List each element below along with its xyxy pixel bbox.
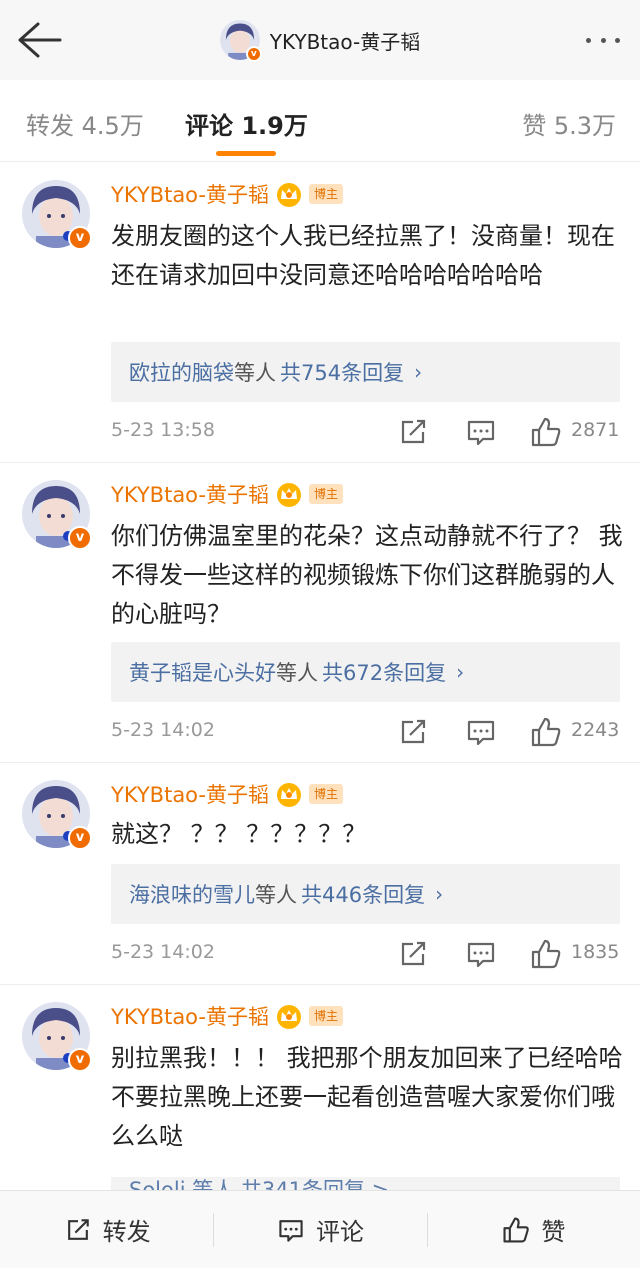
tab-bar: 转发 4.5万 评论 1.9万 赞 5.3万: [0, 80, 640, 162]
chevron-right-icon: ›: [456, 660, 465, 684]
repost-label: 转发: [102, 1218, 151, 1246]
chevron-right-icon: ›: [414, 360, 423, 384]
like-icon[interactable]: [529, 715, 563, 749]
comment-button[interactable]: 评论: [213, 1191, 426, 1268]
crown-icon: [277, 183, 302, 207]
reply-summary-peek[interactable]: Sololi 等人 共341条回复 >: [111, 1177, 620, 1190]
owner-badge: 博主: [309, 184, 344, 204]
comment-item: v YKYBtao-黄子韬 博主 你们仿佛温室里的花朵？这点动静就不行了？ 我不…: [0, 462, 640, 762]
chevron-right-icon: ›: [435, 882, 444, 906]
comment-icon[interactable]: [464, 715, 498, 749]
like-count: 1835: [571, 941, 620, 963]
username[interactable]: YKYBtao-黄子韬: [111, 779, 269, 809]
reply-others: 等人: [276, 661, 318, 685]
tab-likes[interactable]: 赞 5.3万: [522, 106, 616, 141]
repost-icon[interactable]: [396, 715, 430, 749]
avatar[interactable]: v: [22, 1002, 92, 1072]
comment-item: v YKYBtao-黄子韬 博主 就这？ ？？ ？？？？？ 海浪味的雪儿 等人 …: [0, 762, 640, 984]
crown-icon: [277, 1005, 302, 1029]
comment-meta: 5-23 14:02 2243: [111, 715, 620, 749]
owner-badge: 博主: [309, 484, 344, 504]
comment-meta: 5-23 13:58 2871: [111, 415, 620, 449]
comment-icon: [279, 1219, 303, 1242]
header-account[interactable]: v YKYBtao-黄子韬: [0, 16, 640, 64]
like-icon: [503, 1216, 530, 1243]
comment-text: 发朋友圈的这个人我已经拉黑了！没商量！现在还在请求加回中没同意还哈哈哈哈哈哈哈: [111, 222, 615, 289]
header-avatar[interactable]: v: [219, 20, 262, 62]
verified-icon: v: [245, 46, 262, 62]
bottom-action-bar: 转发 评论 赞: [0, 1190, 640, 1268]
comment-icon[interactable]: [464, 937, 498, 971]
verified-icon: v: [68, 226, 92, 250]
comment-meta: 5-23 14:02 1835: [111, 937, 620, 971]
tab-reposts[interactable]: 转发 4.5万: [26, 106, 144, 141]
reply-count[interactable]: 共446条回复: [301, 879, 425, 909]
owner-badge: 博主: [309, 1006, 344, 1026]
repost-icon[interactable]: [396, 937, 430, 971]
avatar[interactable]: v: [22, 180, 92, 250]
verified-icon: v: [68, 526, 92, 550]
like-count: 2243: [571, 719, 620, 741]
reply-count[interactable]: 共672条回复: [322, 657, 446, 687]
reply-others: 等人: [234, 361, 276, 385]
comment-text: 你们仿佛温室里的花朵？这点动静就不行了？ 我不得发一些这样的视频锻炼下你们这群脆…: [111, 522, 623, 628]
tab-comments[interactable]: 评论 1.9万: [185, 106, 308, 141]
avatar[interactable]: v: [22, 480, 92, 550]
comment-header: YKYBtao-黄子韬 博主: [111, 179, 344, 209]
owner-badge: 博主: [309, 784, 344, 804]
timestamp: 5-23 13:58: [111, 419, 215, 441]
top-bar: v YKYBtao-黄子韬: [0, 0, 640, 80]
comment-text: 就这？ ？？ ？？？？？: [111, 820, 367, 848]
crown-icon: [277, 483, 302, 507]
like-icon[interactable]: [529, 415, 563, 449]
more-dots-icon[interactable]: [580, 24, 626, 56]
reply-users[interactable]: 黄子韬是心头好: [129, 657, 276, 687]
timestamp: 5-23 14:02: [111, 941, 215, 963]
reply-users[interactable]: 欧拉的脑袋: [129, 357, 234, 387]
comment-header: YKYBtao-黄子韬 博主: [111, 779, 344, 809]
comment-item: v YKYBtao-黄子韬 博主 发朋友圈的这个人我已经拉黑了！没商量！现在还在…: [0, 162, 640, 462]
reply-others: 等人: [255, 883, 297, 907]
repost-button[interactable]: 转发: [0, 1191, 213, 1268]
comment-icon[interactable]: [464, 415, 498, 449]
username[interactable]: YKYBtao-黄子韬: [111, 1001, 269, 1031]
username[interactable]: YKYBtao-黄子韬: [111, 479, 269, 509]
timestamp: 5-23 14:02: [111, 719, 215, 741]
comment-label: 评论: [315, 1218, 364, 1246]
active-tab-indicator: [216, 151, 276, 156]
repost-icon[interactable]: [396, 415, 430, 449]
repost-icon: [67, 1218, 89, 1240]
reply-summary[interactable]: 海浪味的雪儿 等人 共446条回复 ›: [111, 864, 620, 924]
reply-summary[interactable]: 黄子韬是心头好 等人 共672条回复 ›: [111, 642, 620, 702]
username[interactable]: YKYBtao-黄子韬: [111, 179, 269, 209]
comment-header: YKYBtao-黄子韬 博主: [111, 1001, 344, 1031]
reply-users[interactable]: 海浪味的雪儿: [129, 879, 255, 909]
avatar[interactable]: v: [22, 780, 92, 850]
page-title: YKYBtao-黄子韬: [269, 29, 421, 54]
like-button[interactable]: 赞: [426, 1191, 640, 1268]
comment-header: YKYBtao-黄子韬 博主: [111, 479, 344, 509]
like-count: 2871: [571, 419, 620, 441]
like-label: 赞: [541, 1218, 566, 1246]
comment-item: v YKYBtao-黄子韬 博主 别拉黑我！！！ 我把那个朋友加回来了已经哈哈 …: [0, 984, 640, 1190]
reply-count[interactable]: 共754条回复: [280, 357, 404, 387]
reply-summary[interactable]: 欧拉的脑袋 等人 共754条回复 ›: [111, 342, 620, 402]
like-icon[interactable]: [529, 937, 563, 971]
crown-icon: [277, 783, 302, 807]
verified-icon: v: [68, 1048, 92, 1072]
verified-icon: v: [68, 826, 92, 850]
comment-text: 别拉黑我！！！ 我把那个朋友加回来了已经哈哈 不要拉黑晚上还要一起看创造营喔大家…: [111, 1044, 623, 1150]
